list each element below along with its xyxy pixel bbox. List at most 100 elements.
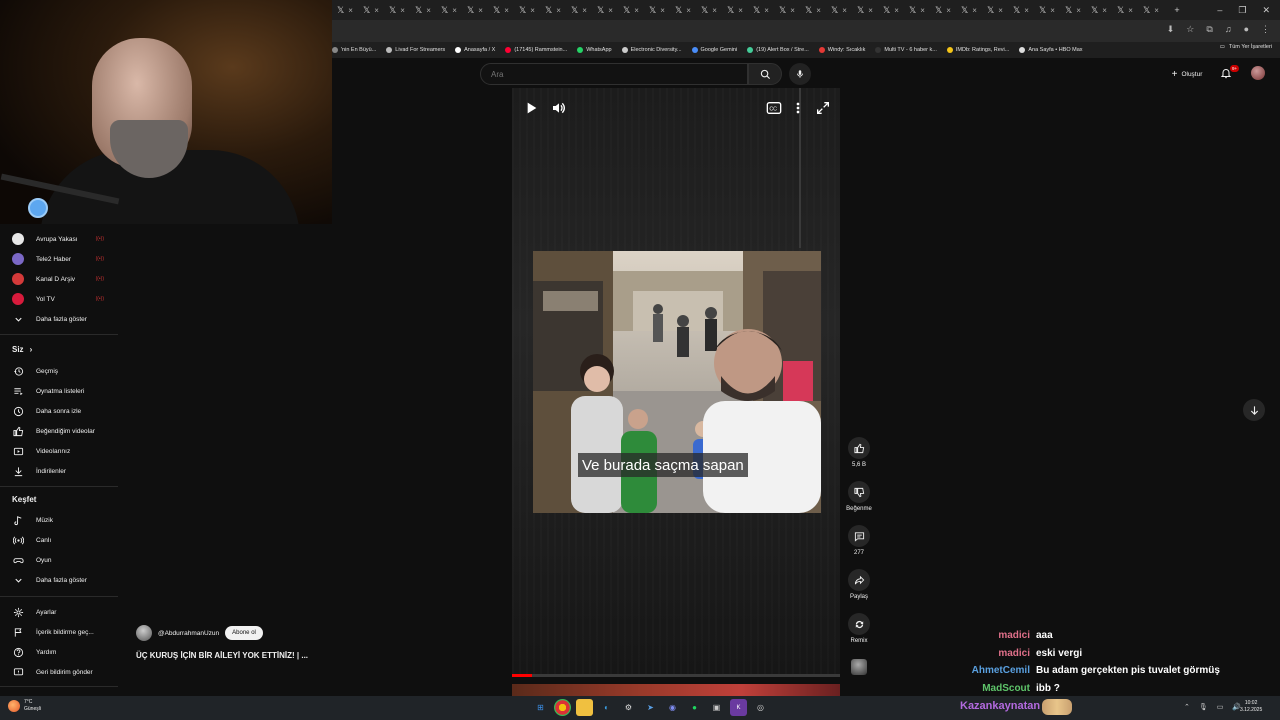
short-title[interactable]: ÜÇ KURUŞ İÇİN BİR AİLEYİ YOK ETTİNİZ! | … [136,651,308,660]
browser-tab[interactable]: 𝕏 × [930,2,956,18]
steam-icon[interactable]: ⚙ [620,699,637,716]
sidebar-item-game[interactable]: Oyun [12,553,118,567]
show-more-subscriptions[interactable]: Daha fazla göster [12,312,118,326]
channel-avatar[interactable] [136,625,152,641]
sidebar-item-video[interactable]: Videolarınız [12,444,118,458]
sidebar-channel-item[interactable]: Kanal D Arşiv ((•)) [12,272,118,286]
sidebar-item-playlist[interactable]: Oynatma listeleri [12,384,118,398]
bookmark-item[interactable]: Windy: Sıcaklık [818,47,865,53]
browser-tab[interactable]: 𝕏 × [1008,2,1034,18]
minimize-icon[interactable]: – [1217,5,1222,15]
search-input[interactable] [480,63,748,85]
file-explorer-icon[interactable] [576,699,593,716]
browser-tab[interactable]: 𝕏 × [982,2,1008,18]
sidebar-item-download[interactable]: İndirilenler [12,464,118,478]
subscribe-button[interactable]: Abone ol [225,626,263,640]
next-short-button[interactable] [1243,399,1265,421]
discord-icon[interactable]: ◉ [664,699,681,716]
bookmark-item[interactable]: Ana Sayfa • HBO Max [1019,47,1083,53]
new-tab-button[interactable]: + [1164,2,1190,18]
sidebar-channel-item[interactable]: Yol TV ((•)) [12,292,118,306]
install-app-icon[interactable]: ⬇ [1167,24,1175,35]
like-button[interactable]: 5,6 B [844,437,874,468]
network-icon[interactable]: ▭ [1217,703,1224,711]
browser-tab[interactable]: 𝕏 × [592,2,618,18]
telegram-icon[interactable]: ➤ [642,699,659,716]
sidebar-item-history[interactable]: Geçmiş [12,364,118,378]
bookmark-item[interactable]: Multi TV - 6 haber k... [875,47,937,53]
bookmark-item[interactable]: (19) Alert Box / Stre... [747,47,809,53]
sidebar-item-feedback[interactable]: Geri bildirim gönder [12,665,118,679]
browser-tab[interactable]: 𝕏 × [1138,2,1164,18]
audio-source-thumbnail[interactable] [851,659,867,675]
video-progress-bar[interactable] [512,674,840,677]
search-button[interactable] [748,63,782,85]
browser-tab[interactable]: 𝕏 × [904,2,930,18]
show-more-explore[interactable]: Daha fazla göster [12,573,118,587]
sidebar-item-clock[interactable]: Daha sonra izle [12,404,118,418]
browser-tab[interactable]: 𝕏 × [826,2,852,18]
bookmark-item[interactable]: Electronic Diversity... [621,47,682,53]
bookmark-item[interactable]: (17145) Rammstein... [505,47,567,53]
bookmark-item[interactable]: 'nin En Büyü... [332,47,376,53]
media-icon[interactable]: ♫ [1225,24,1232,35]
captions-button[interactable]: CC [766,101,782,115]
bookmark-item[interactable]: Anasayfa / X [455,47,495,53]
sidebar-section-you[interactable]: Siz › [12,345,32,354]
clock[interactable]: 10:02 3.12.2025 [1240,700,1262,714]
browser-tab[interactable]: 𝕏 × [1034,2,1060,18]
edge-icon[interactable]: ◐ [598,699,615,716]
browser-menu-icon[interactable]: ⋮ [1261,24,1270,35]
browser-tab[interactable]: 𝕏 × [358,2,384,18]
close-window-icon[interactable]: ✕ [1262,5,1270,16]
all-bookmarks-button[interactable]: ▭ Tüm Yer İşaretleri [1220,44,1272,50]
more-options-button[interactable] [793,100,803,116]
browser-tab[interactable]: 𝕏 × [488,2,514,18]
browser-tab[interactable]: 𝕏 × [514,2,540,18]
browser-tab[interactable]: 𝕏 × [618,2,644,18]
sidebar-item-live[interactable]: Canlı [12,533,118,547]
address-bar[interactable]: ⬇ ☆ ⧉ ♫ ● ⋮ [332,20,1280,42]
sidebar-channel-item[interactable]: Avrupa Yakası ((•)) [12,232,118,246]
browser-tab[interactable]: 𝕏 × [566,2,592,18]
browser-tab[interactable]: 𝕏 × [696,2,722,18]
user-avatar[interactable] [1251,66,1265,80]
volume-button[interactable] [551,100,567,116]
tray-chevron-icon[interactable]: ⌃ [1184,703,1190,711]
sidebar-item-help[interactable]: Yardım [12,645,118,659]
browser-tab[interactable]: 𝕏 × [462,2,488,18]
obs-icon[interactable]: ◎ [752,699,769,716]
sidebar-item-like[interactable]: Beğendiğim videolar [12,424,118,438]
browser-tab[interactable]: 𝕏 × [332,2,358,18]
browser-tab[interactable]: 𝕏 × [774,2,800,18]
sidebar-item-music[interactable]: Müzik [12,513,118,527]
sidebar-channel-item[interactable]: Tele2 Haber ((•)) [12,252,118,266]
mic-tray-icon[interactable]: 🎙 [1199,703,1208,711]
fullscreen-button[interactable] [815,100,831,116]
browser-tab[interactable]: 𝕏 × [1060,2,1086,18]
browser-tab[interactable]: 𝕏 × [800,2,826,18]
browser-tab[interactable]: 𝕏 × [436,2,462,18]
browser-tab[interactable]: 𝕏 × [852,2,878,18]
terminal-icon[interactable]: ▣ [708,699,725,716]
browser-tab[interactable]: 𝕏 × [1086,2,1112,18]
play-button[interactable] [523,100,539,116]
channel-name[interactable]: @AbdurrahmanUzun [158,630,219,637]
voice-search-button[interactable] [789,63,811,85]
dislike-button[interactable]: Beğenme [844,481,874,512]
chrome-icon[interactable] [554,699,571,716]
browser-tab[interactable]: 𝕏 × [670,2,696,18]
browser-tab[interactable]: 𝕏 × [384,2,410,18]
create-button[interactable]: + Oluştur [1162,64,1212,84]
browser-tab[interactable]: 𝕏 × [540,2,566,18]
browser-tab[interactable]: 𝕏 × [748,2,774,18]
share-button[interactable]: Paylaş [844,569,874,600]
sidebar-item-gear[interactable]: Ayarlar [12,605,118,619]
spotify-icon[interactable]: ● [686,699,703,716]
browser-tab[interactable]: 𝕏 × [644,2,670,18]
sidebar-item-flag[interactable]: İçerik bildirme geç... [12,625,118,639]
bookmark-item[interactable]: Google Gemini [691,47,737,53]
start-icon[interactable]: ⊞ [532,699,549,716]
comments-button[interactable]: 277 [844,525,874,556]
restore-icon[interactable]: ❐ [1238,5,1246,16]
